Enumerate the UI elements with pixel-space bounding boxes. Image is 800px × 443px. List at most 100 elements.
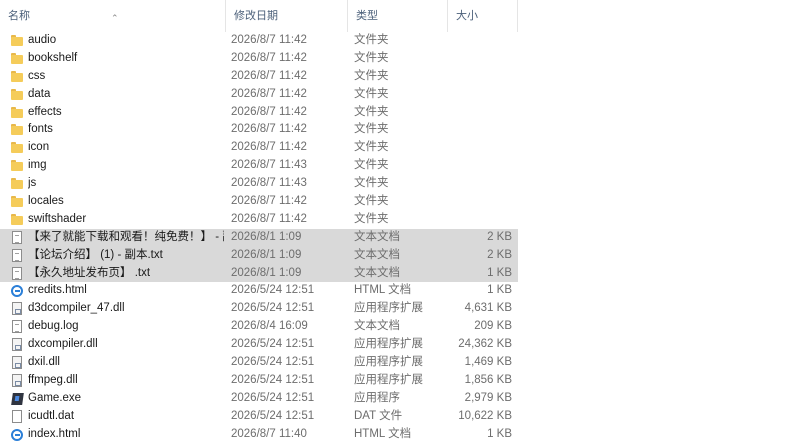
file-size: [440, 68, 512, 86]
sort-ascending-icon: ⌃: [111, 13, 119, 23]
file-type: 文件夹: [354, 177, 389, 190]
file-type: 文件夹: [354, 87, 389, 100]
file-date: 2026/8/7 11:42: [231, 87, 307, 100]
file-type: HTML 文档: [354, 427, 412, 440]
column-header-size[interactable]: 大小: [448, 0, 518, 32]
file-row[interactable]: Game.exe 2026/5/24 12:51 应用程序 2,979 KB: [0, 390, 518, 408]
file-type: 应用程序扩展: [354, 302, 423, 315]
file-row[interactable]: 【论坛介绍】 (1) - 副本.txt 2026/8/1 1:09 文本文档 2 KB: [0, 246, 518, 265]
file-icon-cell: [11, 265, 25, 283]
file-icon-cell: [11, 354, 25, 372]
file-row[interactable]: css 2026/8/7 11:42 文件夹: [0, 68, 518, 86]
file-row[interactable]: img 2026/8/7 11:43 文件夹: [0, 157, 518, 175]
file-icon-cell: [11, 372, 25, 390]
file-row[interactable]: ffmpeg.dll 2026/5/24 12:51 应用程序扩展 1,856 KB: [0, 372, 518, 390]
file-icon: [12, 409, 22, 423]
file-name: js: [28, 177, 37, 190]
folder-icon: [11, 52, 23, 64]
file-name: d3dcompiler_47.dll: [28, 302, 125, 315]
file-type: DAT 文件: [354, 409, 403, 422]
file-type: 文件夹: [354, 105, 389, 118]
column-header-name[interactable]: 名称 ⌃: [0, 0, 226, 32]
file-icon-cell: [11, 408, 25, 426]
file-name: img: [28, 159, 47, 172]
text-document-icon: [12, 320, 22, 334]
file-type: 文本文档: [354, 230, 400, 243]
file-date: 2026/5/24 12:51: [231, 302, 315, 315]
file-list: audio 2026/8/7 11:42 文件夹 bookshelf 2026/8/7 …: [0, 32, 800, 443]
file-size: 1 KB: [487, 266, 512, 279]
file-row[interactable]: fonts 2026/8/7 11:42 文件夹: [0, 121, 518, 139]
file-row[interactable]: swiftshader 2026/8/7 11:42 文件夹: [0, 211, 518, 229]
file-row[interactable]: icudtl.dat 2026/5/24 12:51 DAT 文件 10,622 KB: [0, 408, 518, 426]
file-icon-cell: [11, 390, 25, 408]
file-name: dxcompiler.dll: [28, 338, 98, 351]
file-type: HTML 文档: [354, 284, 412, 297]
file-icon-cell: [11, 282, 25, 300]
file-name: 【永久地址发布页】 .txt: [28, 266, 151, 279]
file-date: 2026/8/4 16:09: [231, 320, 308, 333]
folder-icon: [11, 178, 23, 190]
file-size: [440, 157, 512, 175]
column-header-date[interactable]: 修改日期: [226, 0, 348, 32]
file-size: [440, 175, 512, 193]
file-icon-cell: [11, 193, 25, 211]
file-date: 2026/8/7 11:42: [231, 69, 307, 82]
file-date: 2026/8/1 1:09: [231, 230, 302, 243]
file-size: 209 KB: [474, 320, 512, 333]
file-row[interactable]: index.html 2026/8/7 11:40 HTML 文档 1 KB: [0, 426, 518, 443]
file-row[interactable]: 【来了就能下载和观看！纯免费！】 - 副... 2026/8/1 1:09 文本文档…: [0, 228, 518, 247]
file-name: credits.html: [28, 284, 87, 297]
dll-icon: [12, 302, 22, 316]
file-name: locales: [28, 195, 64, 208]
file-name: index.html: [28, 427, 81, 440]
file-row[interactable]: dxil.dll 2026/5/24 12:51 应用程序扩展 1,469 KB: [0, 354, 518, 372]
file-name: effects: [28, 105, 62, 118]
file-row[interactable]: data 2026/8/7 11:42 文件夹: [0, 86, 518, 104]
file-row[interactable]: icon 2026/8/7 11:42 文件夹: [0, 139, 518, 157]
file-row[interactable]: audio 2026/8/7 11:42 文件夹: [0, 32, 518, 50]
file-type: 应用程序扩展: [354, 373, 423, 386]
file-size: 1 KB: [487, 427, 512, 440]
file-date: 2026/5/24 12:51: [231, 284, 315, 297]
file-row[interactable]: d3dcompiler_47.dll 2026/5/24 12:51 应用程序扩展 4…: [0, 300, 518, 318]
file-row[interactable]: 【永久地址发布页】 .txt 2026/8/1 1:09 文本文档 1 KB: [0, 264, 518, 283]
file-date: 2026/8/1 1:09: [231, 248, 302, 261]
file-type: 文件夹: [354, 123, 389, 136]
file-icon-cell: [11, 247, 25, 265]
folder-icon: [11, 88, 23, 100]
file-size: 2,979 KB: [464, 391, 512, 404]
file-date: 2026/8/7 11:42: [231, 105, 307, 118]
file-type: 文件夹: [354, 51, 389, 64]
folder-icon: [11, 196, 23, 208]
file-icon-cell: [11, 211, 25, 229]
column-header-type[interactable]: 类型: [348, 0, 448, 32]
file-type: 文件夹: [354, 141, 389, 154]
file-date: 2026/8/7 11:42: [231, 141, 307, 154]
file-name: 【来了就能下载和观看！纯免费！】 - 副...: [28, 230, 224, 243]
folder-icon: [11, 124, 23, 136]
file-icon-cell: [11, 50, 25, 68]
file-type: 文本文档: [354, 320, 400, 333]
file-type: 文件夹: [354, 195, 389, 208]
file-row[interactable]: dxcompiler.dll 2026/5/24 12:51 应用程序扩展 24,36…: [0, 336, 518, 354]
file-row[interactable]: debug.log 2026/8/4 16:09 文本文档 209 KB: [0, 318, 518, 336]
folder-icon: [11, 35, 23, 46]
file-name: ffmpeg.dll: [28, 373, 78, 386]
folder-icon: [11, 142, 23, 154]
file-row[interactable]: effects 2026/8/7 11:42 文件夹: [0, 104, 518, 122]
file-size: [440, 121, 512, 139]
file-type: 应用程序扩展: [354, 338, 423, 351]
file-size: 1 KB: [487, 284, 512, 297]
file-name: icudtl.dat: [28, 409, 75, 422]
file-row[interactable]: bookshelf 2026/8/7 11:42 文件夹: [0, 50, 518, 68]
file-row[interactable]: credits.html 2026/5/24 12:51 HTML 文档 1 KB: [0, 282, 518, 300]
html-document-icon: [11, 285, 23, 298]
file-date: 2026/5/24 12:51: [231, 373, 315, 386]
file-row[interactable]: js 2026/8/7 11:43 文件夹: [0, 175, 518, 193]
file-row[interactable]: locales 2026/8/7 11:42 文件夹: [0, 193, 518, 211]
column-header-size-label: 大小: [456, 10, 478, 22]
file-date: 2026/8/7 11:42: [231, 212, 307, 225]
file-name: 【论坛介绍】 (1) - 副本.txt: [28, 248, 163, 261]
file-date: 2026/8/7 11:42: [231, 51, 307, 64]
